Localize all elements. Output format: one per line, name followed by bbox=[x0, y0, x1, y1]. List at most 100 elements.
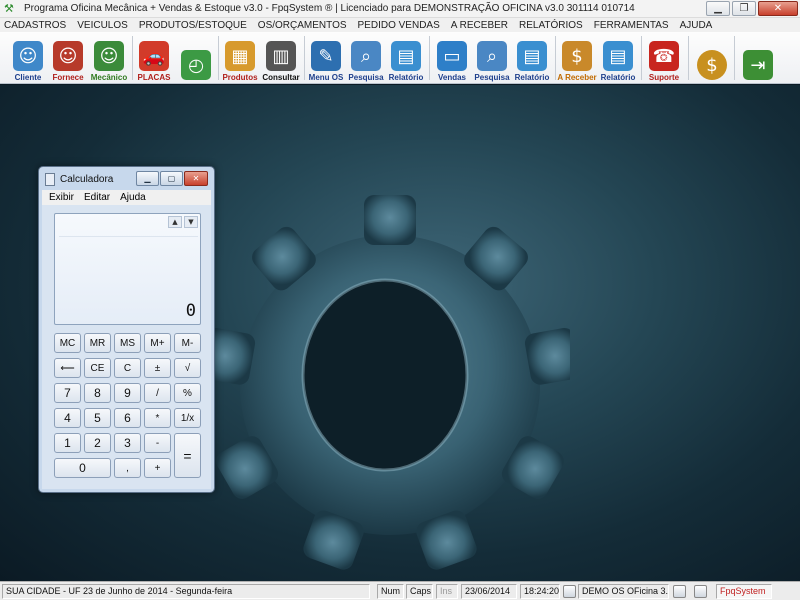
key-0[interactable]: 0 bbox=[54, 458, 111, 478]
status-ins: Ins bbox=[436, 584, 458, 599]
coin-icon: $ bbox=[697, 50, 727, 80]
toolbar-exit-button[interactable]: ⇥ bbox=[738, 34, 778, 82]
toolbar-label: Vendas bbox=[437, 73, 466, 82]
history-up-icon[interactable]: ▲ bbox=[168, 216, 182, 228]
toolbar-pesquisa-vendas-button[interactable]: ⌕ Pesquisa bbox=[472, 34, 512, 82]
key-percent[interactable]: % bbox=[174, 383, 201, 403]
status-bar: SUA CIDADE - UF 23 de Junho de 2014 - Se… bbox=[0, 581, 800, 600]
menu-produtos-estoque[interactable]: PRODUTOS/ESTOQUE bbox=[139, 20, 247, 31]
key-mr[interactable]: MR bbox=[84, 333, 111, 353]
report-icon: ▤ bbox=[603, 41, 633, 71]
toolbar-cliente-button[interactable]: ☺ Cliente bbox=[8, 34, 48, 82]
window-titlebar: ⚒ Programa Oficina Mecânica + Vendas & E… bbox=[0, 0, 800, 18]
toolbar-relatorio-os-button[interactable]: ▤ Relatório bbox=[386, 34, 426, 82]
toolbar-separator bbox=[429, 36, 430, 80]
key-5[interactable]: 5 bbox=[84, 408, 111, 428]
calculator-titlebar[interactable]: Calculadora ▁ ▢ ✕ bbox=[39, 167, 214, 191]
toolbar-suporte-button[interactable]: ☎ Suporte bbox=[644, 34, 684, 82]
key-ms[interactable]: MS bbox=[114, 333, 141, 353]
toolbar-placas-button[interactable]: 🚗 PLACAS bbox=[134, 34, 174, 82]
calc-menu-exibir[interactable]: Exibir bbox=[49, 192, 74, 203]
key-4[interactable]: 4 bbox=[54, 408, 81, 428]
menu-cadastros[interactable]: CADASTROS bbox=[4, 20, 66, 31]
toolbar-a-receber-button[interactable]: $ A Receber bbox=[556, 34, 598, 82]
calc-menu-editar[interactable]: Editar bbox=[84, 192, 110, 203]
key-sqrt[interactable]: √ bbox=[174, 358, 201, 378]
close-button[interactable]: ✕ bbox=[758, 1, 798, 16]
key-equals[interactable]: = bbox=[174, 433, 201, 478]
mechanic-icon: ☺ bbox=[94, 41, 124, 71]
menu-veiculos[interactable]: VEICULOS bbox=[77, 20, 128, 31]
calendar-clock-icon: ◴ bbox=[181, 50, 211, 80]
toolbar-pesquisa-os-button[interactable]: ⌕ Pesquisa bbox=[346, 34, 386, 82]
key-add[interactable]: + bbox=[144, 458, 171, 478]
menu-relatorios[interactable]: RELATÓRIOS bbox=[519, 20, 583, 31]
toolbar-separator bbox=[132, 36, 133, 80]
toolbar-produtos-button[interactable]: ▦ Produtos bbox=[220, 34, 260, 82]
key-divide[interactable]: / bbox=[144, 383, 171, 403]
key-backspace[interactable]: ⟵ bbox=[54, 358, 81, 378]
toolbar-relatorio-vendas-button[interactable]: ▤ Relatório bbox=[512, 34, 552, 82]
history-arrows: ▲ ▼ bbox=[168, 216, 198, 228]
toolbar-separator bbox=[218, 36, 219, 80]
window-controls: ▁ ❐ ✕ bbox=[706, 1, 798, 16]
toolbar-separator bbox=[304, 36, 305, 80]
supplier-icon: ☺ bbox=[53, 41, 83, 71]
key-c[interactable]: C bbox=[114, 358, 141, 378]
history-down-icon[interactable]: ▼ bbox=[184, 216, 198, 228]
report-icon: ▤ bbox=[517, 41, 547, 71]
key-subtract[interactable]: - bbox=[144, 433, 171, 453]
key-1[interactable]: 1 bbox=[54, 433, 81, 453]
calc-menu-ajuda[interactable]: Ajuda bbox=[120, 192, 146, 203]
computer-icon[interactable] bbox=[694, 585, 707, 598]
toolbar-financeiro-button[interactable]: $ bbox=[692, 34, 732, 82]
menu-a-receber[interactable]: A RECEBER bbox=[451, 20, 508, 31]
key-2[interactable]: 2 bbox=[84, 433, 111, 453]
toolbar-label: Cliente bbox=[14, 73, 42, 82]
key-m-plus[interactable]: M+ bbox=[144, 333, 171, 353]
toolbar-label: PLACAS bbox=[137, 73, 171, 82]
toolbar-label: A Receber bbox=[557, 73, 597, 82]
toolbar-fornece-button[interactable]: ☺ Fornece bbox=[48, 34, 88, 82]
menu-ajuda[interactable]: AJUDA bbox=[680, 20, 713, 31]
support-icon: ☎ bbox=[649, 41, 679, 71]
menu-ferramentas[interactable]: FERRAMENTAS bbox=[594, 20, 669, 31]
key-plus-minus[interactable]: ± bbox=[144, 358, 171, 378]
key-6[interactable]: 6 bbox=[114, 408, 141, 428]
toolbar-consultar-button[interactable]: ▥ Consultar bbox=[260, 34, 302, 82]
maximize-button[interactable]: ❐ bbox=[732, 1, 756, 16]
main-toolbar: ☺ Cliente ☺ Fornece ☺ Mecânico 🚗 PLACAS … bbox=[0, 32, 800, 84]
calculator-maximize-button[interactable]: ▢ bbox=[160, 171, 183, 186]
toolbar-separator bbox=[641, 36, 642, 80]
toolbar-menu-os-button[interactable]: ✎ Menu OS bbox=[306, 34, 346, 82]
toolbar-relatorio-receber-button[interactable]: ▤ Relatório bbox=[598, 34, 638, 82]
key-m-minus[interactable]: M- bbox=[174, 333, 201, 353]
printer-icon[interactable] bbox=[673, 585, 686, 598]
key-ce[interactable]: CE bbox=[84, 358, 111, 378]
minimize-button[interactable]: ▁ bbox=[706, 1, 730, 16]
window-title: Programa Oficina Mecânica + Vendas & Est… bbox=[24, 3, 635, 14]
gear-wallpaper-image bbox=[200, 195, 570, 570]
calculator-window-controls: ▁ ▢ ✕ bbox=[136, 171, 208, 186]
toolbar-agenda-button[interactable]: ◴ bbox=[176, 34, 216, 82]
calculator-minimize-button[interactable]: ▁ bbox=[136, 171, 159, 186]
key-mc[interactable]: MC bbox=[54, 333, 81, 353]
key-multiply[interactable]: * bbox=[144, 408, 171, 428]
calculator-menubar: Exibir Editar Ajuda bbox=[42, 190, 211, 205]
menu-pedido-vendas[interactable]: PEDIDO VENDAS bbox=[358, 20, 440, 31]
menu-os-orcamentos[interactable]: OS/ORÇAMENTOS bbox=[258, 20, 347, 31]
toolbar-label: Produtos bbox=[222, 73, 258, 82]
barcode-icon: ▥ bbox=[266, 41, 296, 71]
calculator-close-button[interactable]: ✕ bbox=[184, 171, 208, 186]
key-7[interactable]: 7 bbox=[54, 383, 81, 403]
key-reciprocal[interactable]: 1/x bbox=[174, 408, 201, 428]
key-decimal[interactable]: , bbox=[114, 458, 141, 478]
key-3[interactable]: 3 bbox=[114, 433, 141, 453]
key-9[interactable]: 9 bbox=[114, 383, 141, 403]
toolbar-vendas-button[interactable]: ▭ Vendas bbox=[432, 34, 472, 82]
calculator-icon bbox=[45, 172, 55, 186]
key-8[interactable]: 8 bbox=[84, 383, 111, 403]
toolbar-label: Relatório bbox=[514, 73, 550, 82]
toolbar-mecanico-button[interactable]: ☺ Mecânico bbox=[88, 34, 130, 82]
status-brand: FpqSystem bbox=[716, 584, 772, 599]
